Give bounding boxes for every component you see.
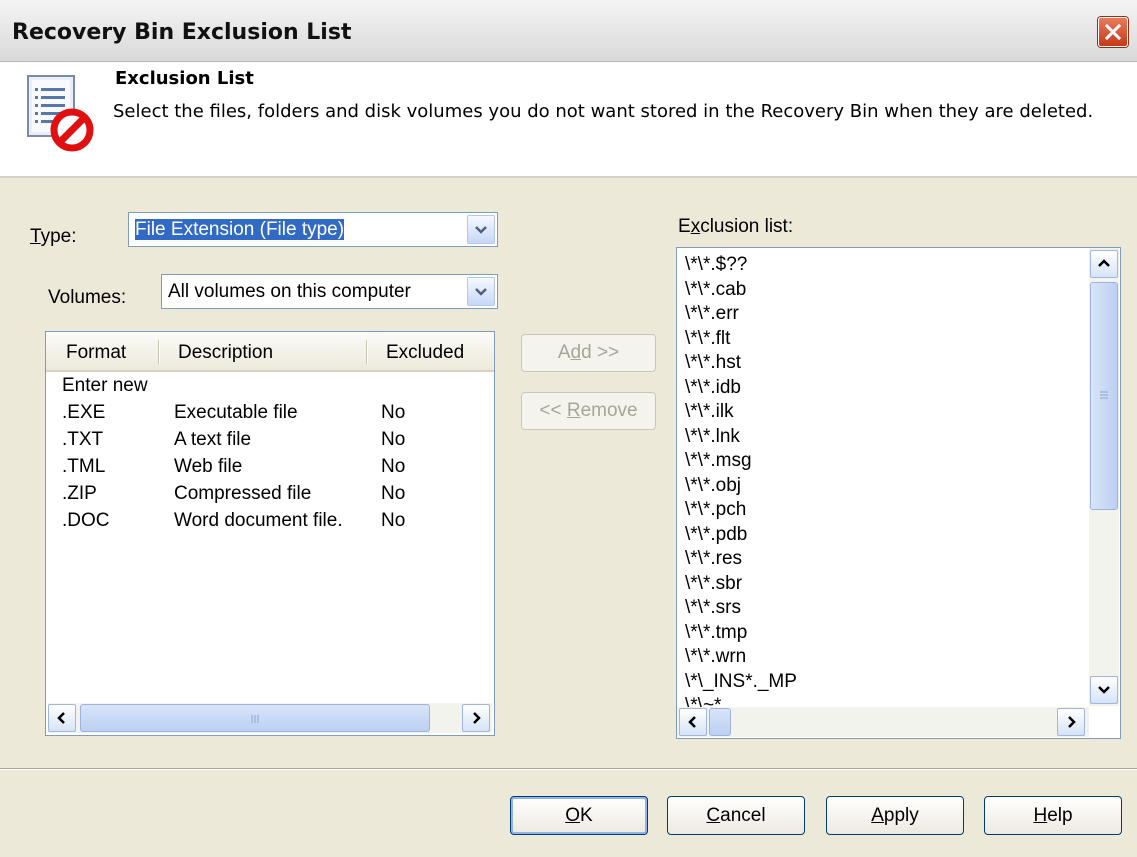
type-select[interactable]: File Extension (File type) [128,212,498,247]
exclusion-vertical-scrollbar[interactable] [1089,248,1119,706]
type-dropdown-button[interactable] [467,215,495,244]
chevron-right-icon [1068,716,1076,728]
list-item[interactable]: \*\*.err [685,303,739,325]
chevron-up-icon [1098,259,1110,267]
list-item[interactable]: \*\*.lnk [685,426,740,448]
list-item[interactable]: \*\_INS*._MP [685,671,797,693]
list-item[interactable]: \*\*.res [685,548,742,570]
list-scroll-thumb[interactable] [80,704,430,732]
table-row[interactable]: .ZIP Compressed file No [46,483,494,510]
apply-button[interactable]: Apply [826,796,964,835]
header-description: Select the files, folders and disk volum… [113,101,1094,122]
scroll-left-button[interactable] [48,704,76,732]
add-button[interactable]: Add >> [521,334,656,372]
table-row[interactable]: .DOC Word document file. No [46,510,494,537]
volumes-label: Volumes: [48,287,127,308]
grip-icon [251,715,259,723]
exclusion-h-scroll-thumb[interactable] [709,708,731,736]
cancel-button[interactable]: Cancel [667,796,805,835]
exclusion-list[interactable]: \*\*.$?? \*\*.cab \*\*.err \*\*.flt \*\*… [676,247,1121,739]
close-button[interactable] [1098,17,1128,47]
header-title: Exclusion List [115,68,254,89]
help-button[interactable]: Help [984,796,1122,835]
scroll-up-button[interactable] [1090,250,1118,278]
table-row[interactable]: .TML Web file No [46,456,494,483]
table-row[interactable]: .EXE Executable file No [46,402,494,429]
bottom-separator [0,768,1137,770]
chevron-right-icon [473,712,481,724]
list-item[interactable]: \*\*.ilk [685,401,734,423]
list-item[interactable]: \*\*.pdb [685,524,747,546]
list-item[interactable]: \*\*.msg [685,450,752,472]
list-item[interactable]: \*\*.hst [685,352,741,374]
list-item[interactable]: \*\*.wrn [685,646,746,668]
chevron-left-icon [688,716,696,728]
exclusion-horizontal-scrollbar[interactable] [677,707,1089,737]
chevron-down-icon [475,287,487,296]
list-item[interactable]: \*\*.obj [685,475,741,497]
volumes-select[interactable]: All volumes on this computer [161,274,498,309]
scroll-right-button[interactable] [1057,708,1085,736]
scroll-right-button[interactable] [462,704,490,732]
chevron-down-icon [1098,686,1110,694]
column-excluded[interactable]: Excluded [386,342,464,364]
list-item[interactable]: \*\*.idb [685,377,741,399]
list-horizontal-scrollbar[interactable] [48,703,492,733]
file-type-list[interactable]: Format Description Excluded Enter new .E… [45,331,495,736]
window-title: Recovery Bin Exclusion List [12,20,352,45]
ok-button[interactable]: OK [510,796,648,835]
close-icon [1104,23,1122,41]
list-item[interactable]: \*\*.sbr [685,573,742,595]
exclusion-scroll-thumb[interactable] [1090,282,1118,510]
table-row[interactable]: .TXT A text file No [46,429,494,456]
list-item[interactable]: \*\*.$?? [685,254,747,276]
list-item[interactable]: \*\*.srs [685,597,741,619]
scroll-left-button[interactable] [679,708,707,736]
chevron-down-icon [475,225,487,234]
chevron-left-icon [57,712,65,724]
list-item[interactable]: \*\*.pch [685,499,746,521]
column-format[interactable]: Format [66,342,126,364]
exclusion-list-label: Exclusion list: [678,216,794,237]
exclusion-list-icon [22,72,94,162]
type-select-value: File Extension (File type) [135,219,345,240]
volumes-dropdown-button[interactable] [467,277,495,306]
type-label: Type: [30,226,77,247]
volumes-select-value: All volumes on this computer [168,281,411,302]
list-item[interactable]: \*\*.flt [685,328,730,350]
enter-new-row[interactable]: Enter new [46,375,494,402]
remove-button[interactable]: << Remove [521,392,656,430]
list-header: Format Description Excluded [46,332,494,372]
list-item[interactable]: \*\*.tmp [685,622,747,644]
scroll-down-button[interactable] [1090,676,1118,704]
grip-icon [1100,391,1108,399]
list-item[interactable]: \*\*.cab [685,279,746,301]
column-description[interactable]: Description [178,342,273,364]
